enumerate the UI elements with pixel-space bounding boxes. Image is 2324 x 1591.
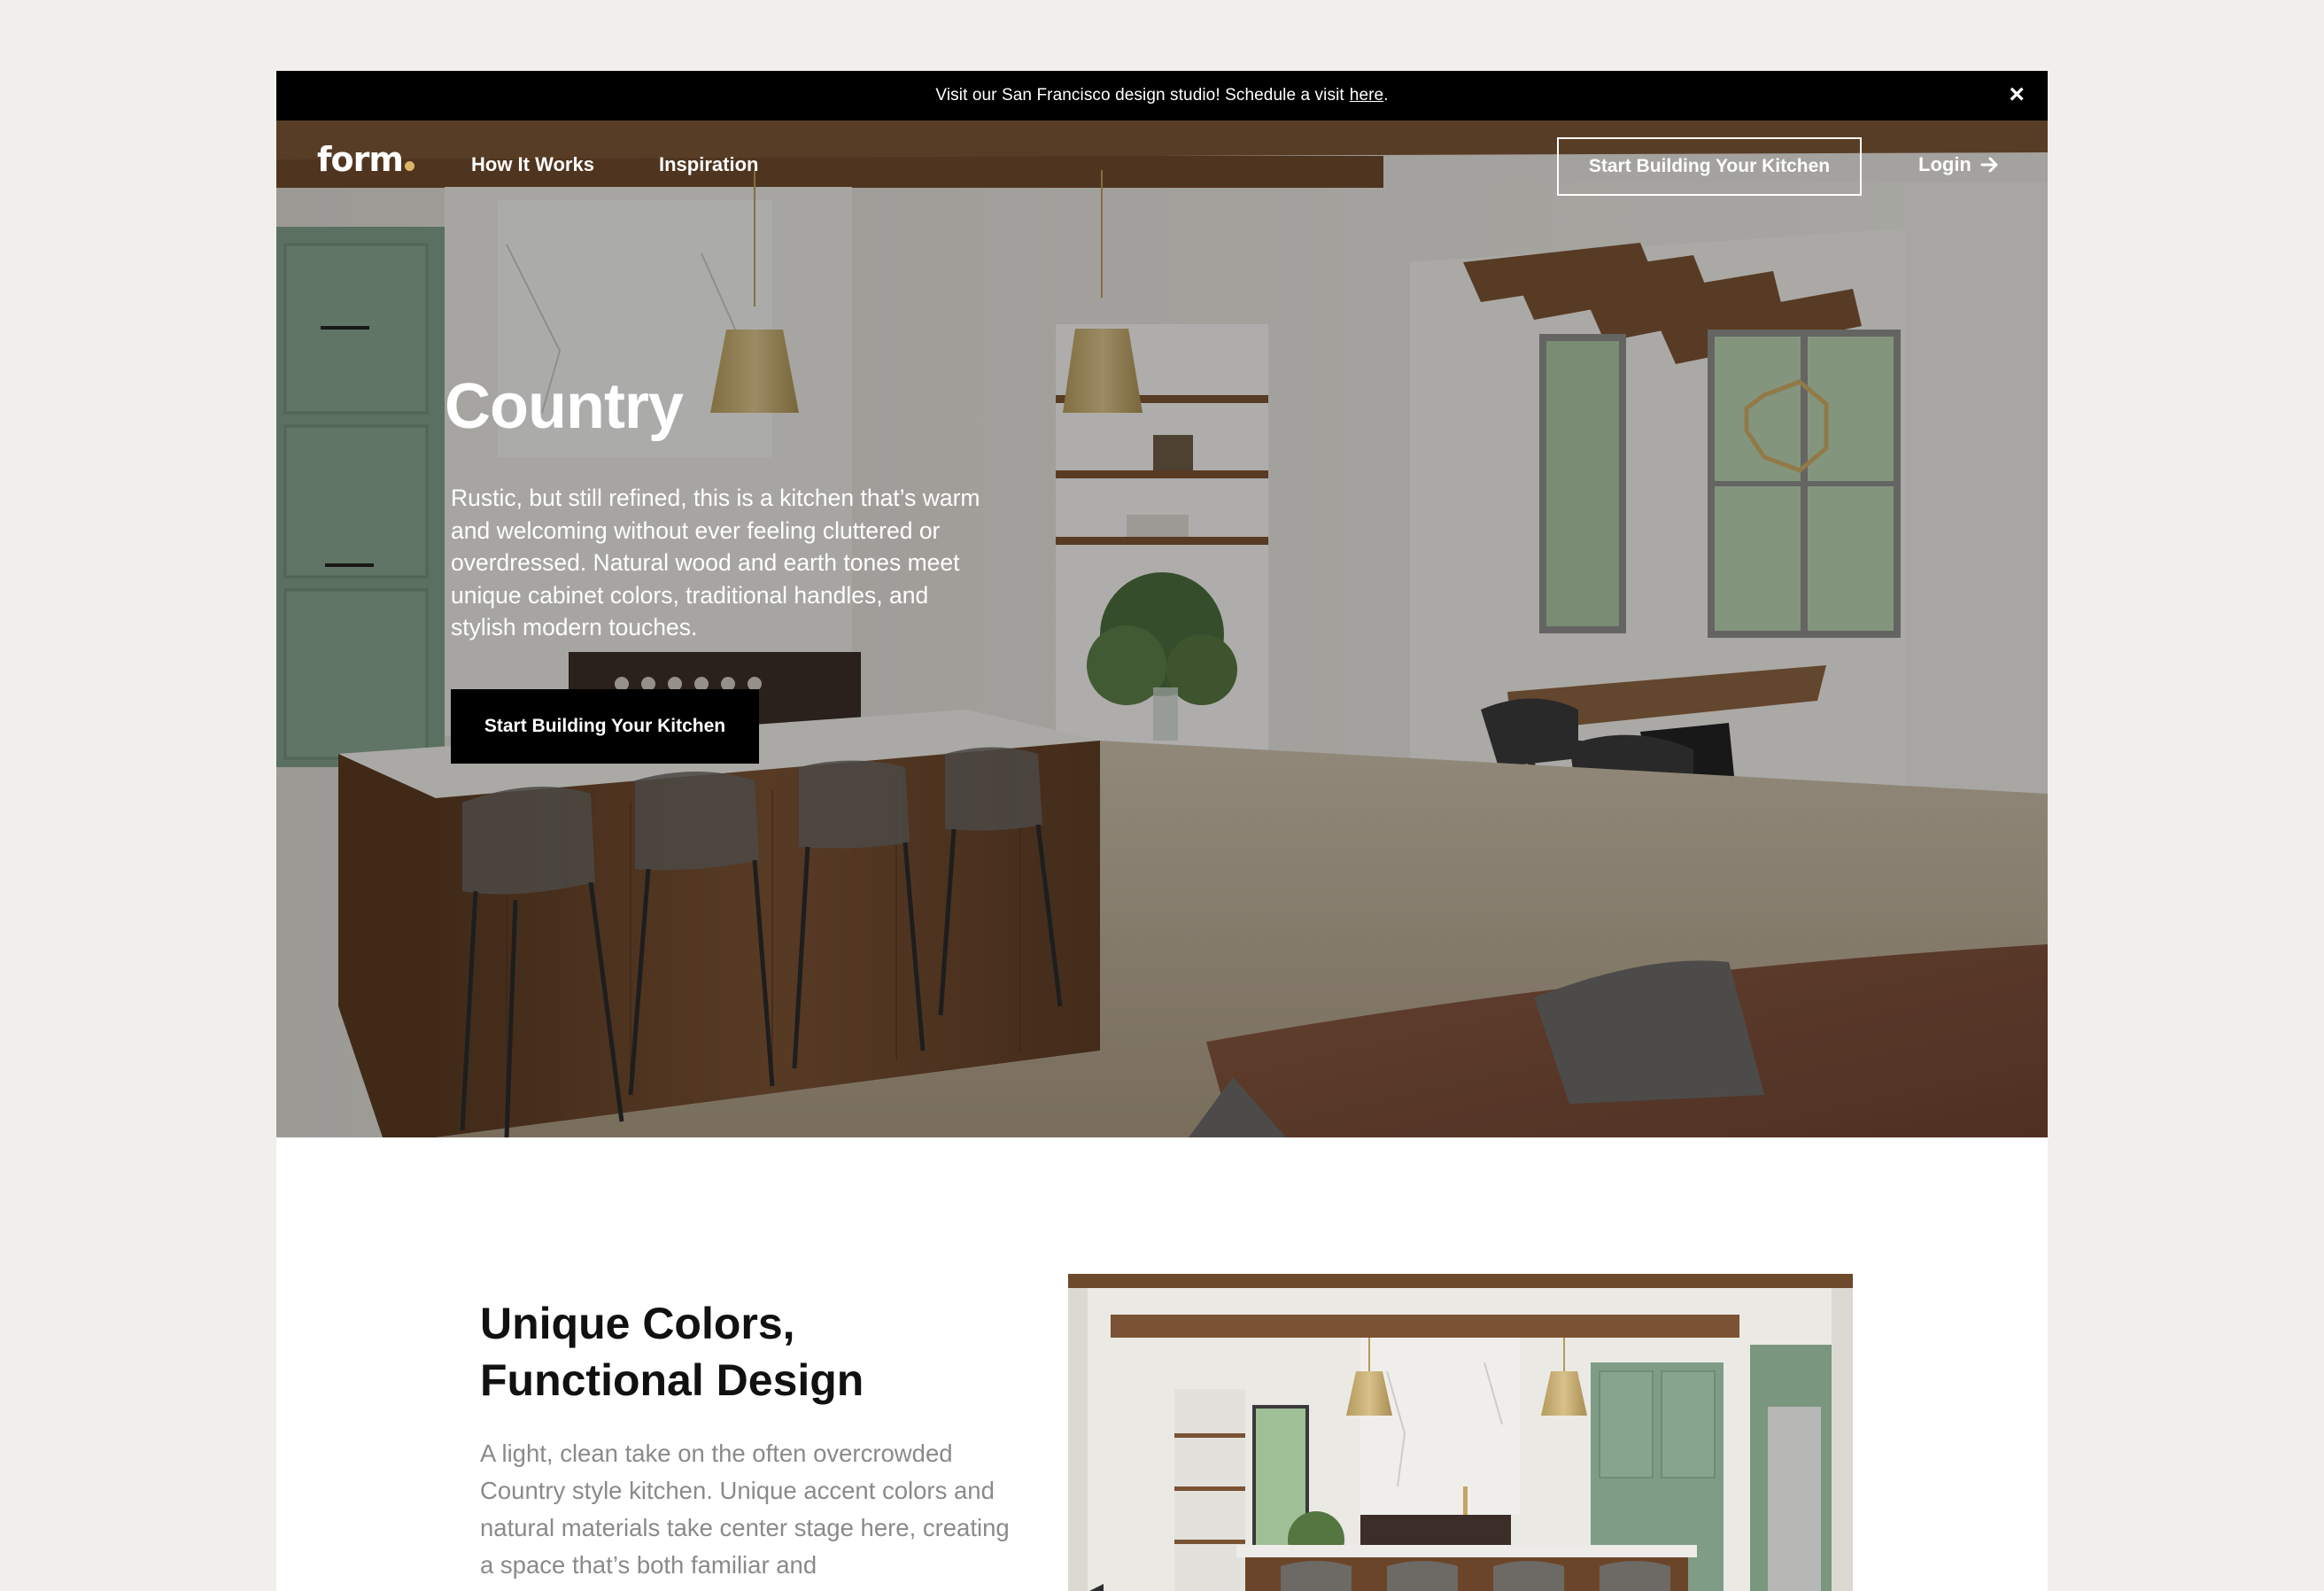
- section-title-line1: Unique Colors,: [480, 1299, 795, 1348]
- hero-title: Country: [445, 371, 684, 442]
- announcement-bar: Visit our San Francisco design studio! S…: [276, 71, 2048, 120]
- section-title: Unique Colors, Functional Design: [480, 1295, 976, 1409]
- logo[interactable]: form: [317, 140, 414, 179]
- section-description: A light, clean take on the often overcro…: [480, 1440, 1010, 1579]
- announcement-link[interactable]: here: [1350, 86, 1383, 105]
- nav-link-how-it-works[interactable]: How It Works: [471, 153, 594, 176]
- hero-description: Rustic, but still refined, this is a kit…: [451, 485, 980, 640]
- close-icon[interactable]: ×: [2009, 78, 2025, 112]
- page-frame: Visit our San Francisco design studio! S…: [276, 71, 2048, 1591]
- start-building-nav-button[interactable]: Start Building Your Kitchen: [1557, 137, 1862, 196]
- arrow-right-icon: [1980, 157, 1998, 173]
- section-kitchen-image: [1068, 1274, 1853, 1591]
- login-link[interactable]: Login: [1918, 153, 2000, 176]
- logo-dot-icon: [404, 161, 414, 171]
- login-label: Login: [1918, 153, 1972, 175]
- section-title-line2: Functional Design: [480, 1355, 864, 1405]
- announcement-text: Visit our San Francisco design studio! S…: [935, 86, 1344, 105]
- top-nav: form How It Works Inspiration Start Buil…: [276, 120, 2048, 218]
- kitchen-photo: [1068, 1274, 1853, 1591]
- announcement-end: .: [1383, 86, 1389, 105]
- logo-text: form: [317, 140, 404, 179]
- nav-link-inspiration[interactable]: Inspiration: [659, 153, 758, 176]
- start-building-hero-button[interactable]: Start Building Your Kitchen: [451, 689, 759, 764]
